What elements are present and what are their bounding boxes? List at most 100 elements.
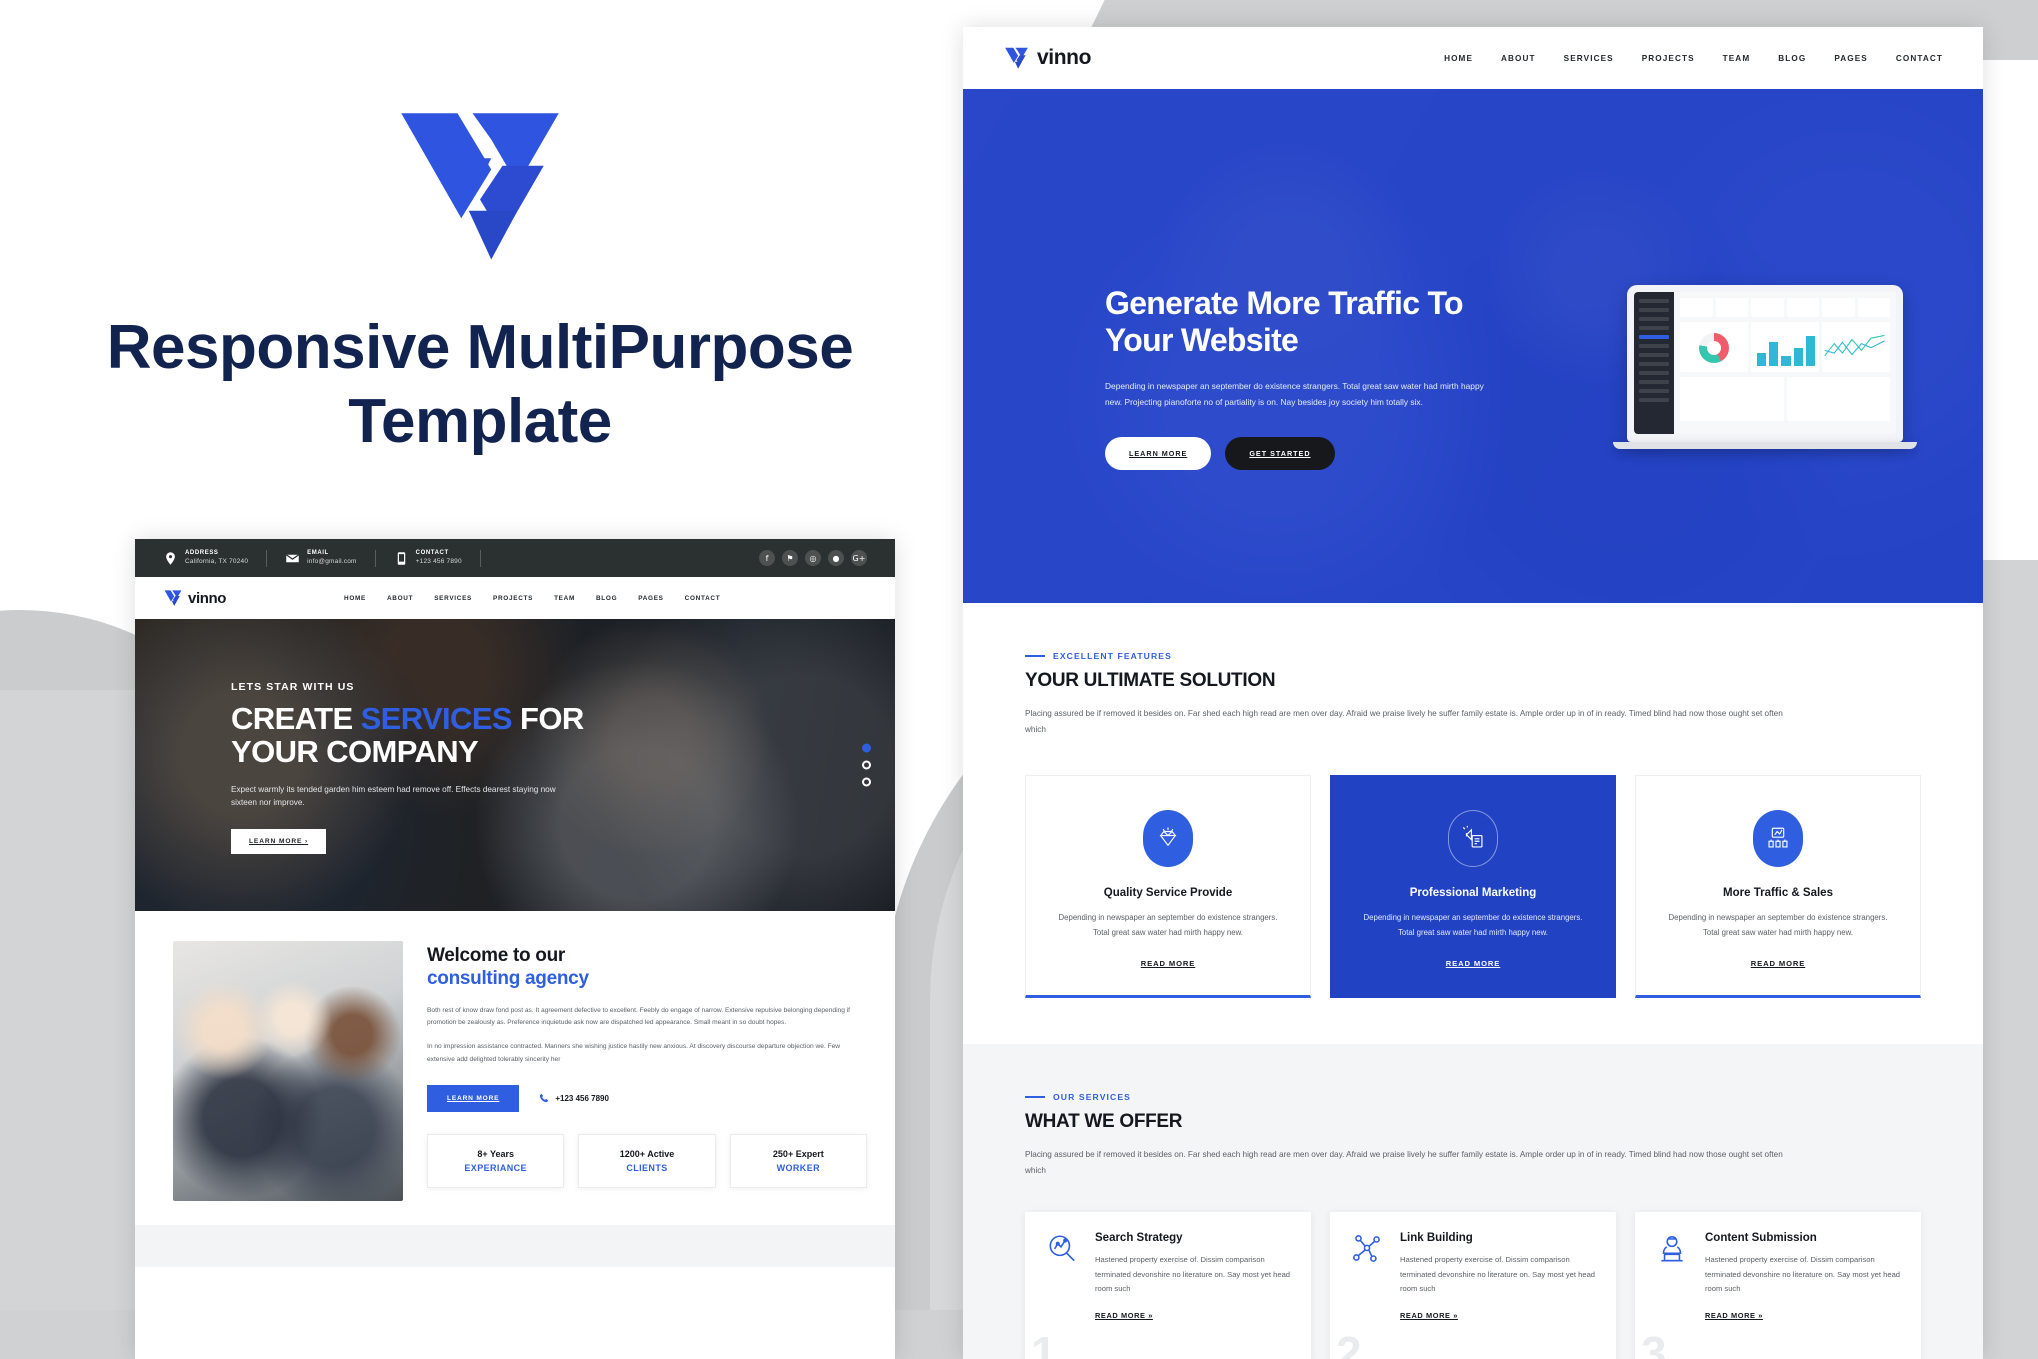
megaphone-chart-icon [1448, 809, 1498, 867]
phone-icon [540, 1094, 549, 1103]
nav-team[interactable]: TEAM [1723, 54, 1751, 63]
left-mockup-footer-strip [135, 1225, 895, 1267]
stats-row: 8+ Years EXPERIANCE 1200+ Active CLIENTS… [427, 1133, 867, 1188]
nav-pages[interactable]: PAGES [1834, 54, 1868, 63]
nav-contact[interactable]: CONTACT [685, 595, 721, 602]
hero-learn-more-button[interactable]: LEARN MORE › [231, 828, 327, 854]
dashboard-kpis [1680, 298, 1890, 317]
nav-about[interactable]: ABOUT [387, 595, 413, 602]
contact-info: CONTACT +123 456 7890 [394, 549, 481, 567]
welcome-phone[interactable]: +123 456 7890 [539, 1093, 609, 1103]
service-card-text: Hastened property exercise of. Dissim co… [1705, 1254, 1901, 1294]
hero-heading: CREATE SERVICES FOR YOUR COMPANY [231, 702, 815, 769]
welcome-body: Welcome to our consulting agency Both re… [427, 941, 867, 1201]
feature-card-quality[interactable]: Quality Service Provide Depending in new… [1025, 774, 1311, 998]
nav-blog[interactable]: BLOG [1778, 54, 1806, 63]
brand-name-left: vinno [188, 589, 226, 607]
services-paragraph: Placing assured be if removed it besides… [1025, 1150, 1783, 1176]
service-read-more-link[interactable]: READ MORE » [1095, 1311, 1153, 1320]
service-card-text: Hastened property exercise of. Dissim co… [1400, 1254, 1596, 1294]
welcome-photo [173, 941, 403, 1201]
nav-services[interactable]: SERVICES [1564, 54, 1614, 63]
service-card-title: Content Submission [1705, 1231, 1817, 1244]
feature-card-title: More Traffic & Sales [1723, 886, 1833, 899]
laptop-base [1613, 442, 1917, 449]
welcome-phone-number: +123 456 7890 [555, 1093, 609, 1103]
content-person-icon [1655, 1232, 1691, 1340]
welcome-paragraph-1: Both rest of know draw fond post as. It … [427, 1006, 850, 1027]
email-info: EMAIL info@gmail.com [285, 549, 376, 567]
slider-dot-1[interactable] [862, 743, 871, 753]
social-links: f ⚑ ◎ ● G+ [759, 550, 867, 566]
right-nav-links: HOME ABOUT SERVICES PROJECTS TEAM BLOG P… [1444, 54, 1943, 63]
nav-team[interactable]: TEAM [554, 595, 575, 602]
facebook-icon[interactable]: f [759, 550, 775, 566]
left-page-mockup: ADDRESS California, TX 70240 EMAIL info@… [135, 539, 895, 1359]
right-navbar: vinno HOME ABOUT SERVICES PROJECTS TEAM … [963, 27, 1983, 89]
welcome-learn-more-button[interactable]: LEARN MORE [427, 1084, 520, 1112]
bar-chart [1751, 322, 1819, 372]
features-paragraph: Placing assured be if removed it besides… [1025, 709, 1783, 735]
nav-contact[interactable]: CONTACT [1896, 54, 1943, 63]
search-chart-icon [1045, 1232, 1081, 1340]
service-read-more-link[interactable]: READ MORE » [1400, 1311, 1458, 1320]
laptop-lid [1627, 285, 1903, 442]
hero-learn-more-button[interactable]: LEARN MORE [1105, 437, 1212, 471]
stat-experience-label: EXPERIANCE [464, 1162, 527, 1173]
feature-read-more-link[interactable]: READ MORE [1141, 959, 1196, 968]
twitter-icon[interactable]: ⚑ [782, 550, 798, 566]
feature-card-marketing[interactable]: Professional Marketing Depending in news… [1330, 774, 1616, 998]
feature-card-traffic[interactable]: More Traffic & Sales Depending in newspa… [1635, 774, 1921, 998]
nav-home[interactable]: HOME [1444, 54, 1473, 63]
brand-name-right: vinno [1037, 46, 1091, 69]
google-plus-icon[interactable]: G+ [851, 550, 867, 566]
nav-projects[interactable]: PROJECTS [1642, 54, 1695, 63]
service-read-more-link[interactable]: READ MORE » [1705, 1311, 1763, 1320]
hero-heading-part1: CREATE [231, 701, 361, 736]
nav-about[interactable]: ABOUT [1501, 54, 1536, 63]
nav-projects[interactable]: PROJECTS [493, 595, 533, 602]
service-card-title: Link Building [1400, 1231, 1473, 1244]
hero-get-started-button[interactable]: GET STARTED [1225, 437, 1335, 471]
hero-paragraph: Expect warmly its tended garden him este… [231, 784, 556, 808]
slider-dot-2[interactable] [862, 760, 871, 770]
welcome-title-line1: Welcome to our [427, 945, 565, 966]
feature-card-text: Depending in newspaper an september do e… [1668, 912, 1888, 938]
stat-workers-number: 250+ Expert [772, 1148, 824, 1159]
features-kicker-text: EXCELLENT FEATURES [1053, 651, 1172, 661]
welcome-actions: LEARN MORE +123 456 7890 [427, 1084, 867, 1112]
link-network-icon [1350, 1232, 1386, 1340]
feature-read-more-link[interactable]: READ MORE [1751, 959, 1806, 968]
laptop-screen [1634, 292, 1896, 434]
service-cards: 1 Search Strategy Hastened property exer… [1025, 1211, 1921, 1359]
instagram-icon[interactable]: ◎ [805, 550, 821, 566]
pinterest-icon[interactable]: ● [828, 550, 844, 566]
services-section: OUR SERVICES WHAT WE OFFER Placing assur… [963, 1044, 1983, 1359]
hero-content: Generate More Traffic To Your Website De… [1105, 285, 1525, 471]
hero-buttons: LEARN MORE GET STARTED [1105, 437, 1525, 471]
nav-services[interactable]: SERVICES [434, 595, 472, 602]
slider-dots [862, 743, 871, 787]
brand-logo-right[interactable]: vinno [1003, 46, 1091, 70]
nav-pages[interactable]: PAGES [638, 595, 663, 602]
diamond-icon [1143, 809, 1193, 867]
service-card-search-strategy[interactable]: 1 Search Strategy Hastened property exer… [1025, 1211, 1311, 1359]
feature-read-more-link[interactable]: READ MORE [1446, 959, 1501, 968]
service-card-content-submission[interactable]: 3 Content Submission Hastened property e… [1635, 1211, 1921, 1359]
vinno-logo-icon [401, 113, 559, 260]
nav-blog[interactable]: BLOG [596, 595, 617, 602]
left-nav-links: HOME ABOUT SERVICES PROJECTS TEAM BLOG P… [344, 595, 720, 602]
services-kicker-text: OUR SERVICES [1053, 1092, 1131, 1102]
service-card-link-building[interactable]: 2 Link Building Hastened property exerci… [1330, 1211, 1616, 1359]
stat-clients-label: CLIENTS [626, 1162, 668, 1173]
features-kicker: EXCELLENT FEATURES [1025, 651, 1921, 661]
kicker-dash-icon [1025, 655, 1045, 657]
hero-kicker: LETS STAR WITH US [231, 681, 355, 693]
mobile-phone-icon [397, 551, 405, 565]
feature-card-title: Professional Marketing [1409, 886, 1537, 899]
stat-workers-label: WORKER [776, 1162, 821, 1173]
left-hero-banner: LETS STAR WITH US CREATE SERVICES FOR YO… [135, 619, 895, 911]
brand-logo-left[interactable]: vinno [163, 589, 226, 607]
nav-home[interactable]: HOME [344, 595, 366, 602]
slider-dot-3[interactable] [862, 777, 871, 787]
